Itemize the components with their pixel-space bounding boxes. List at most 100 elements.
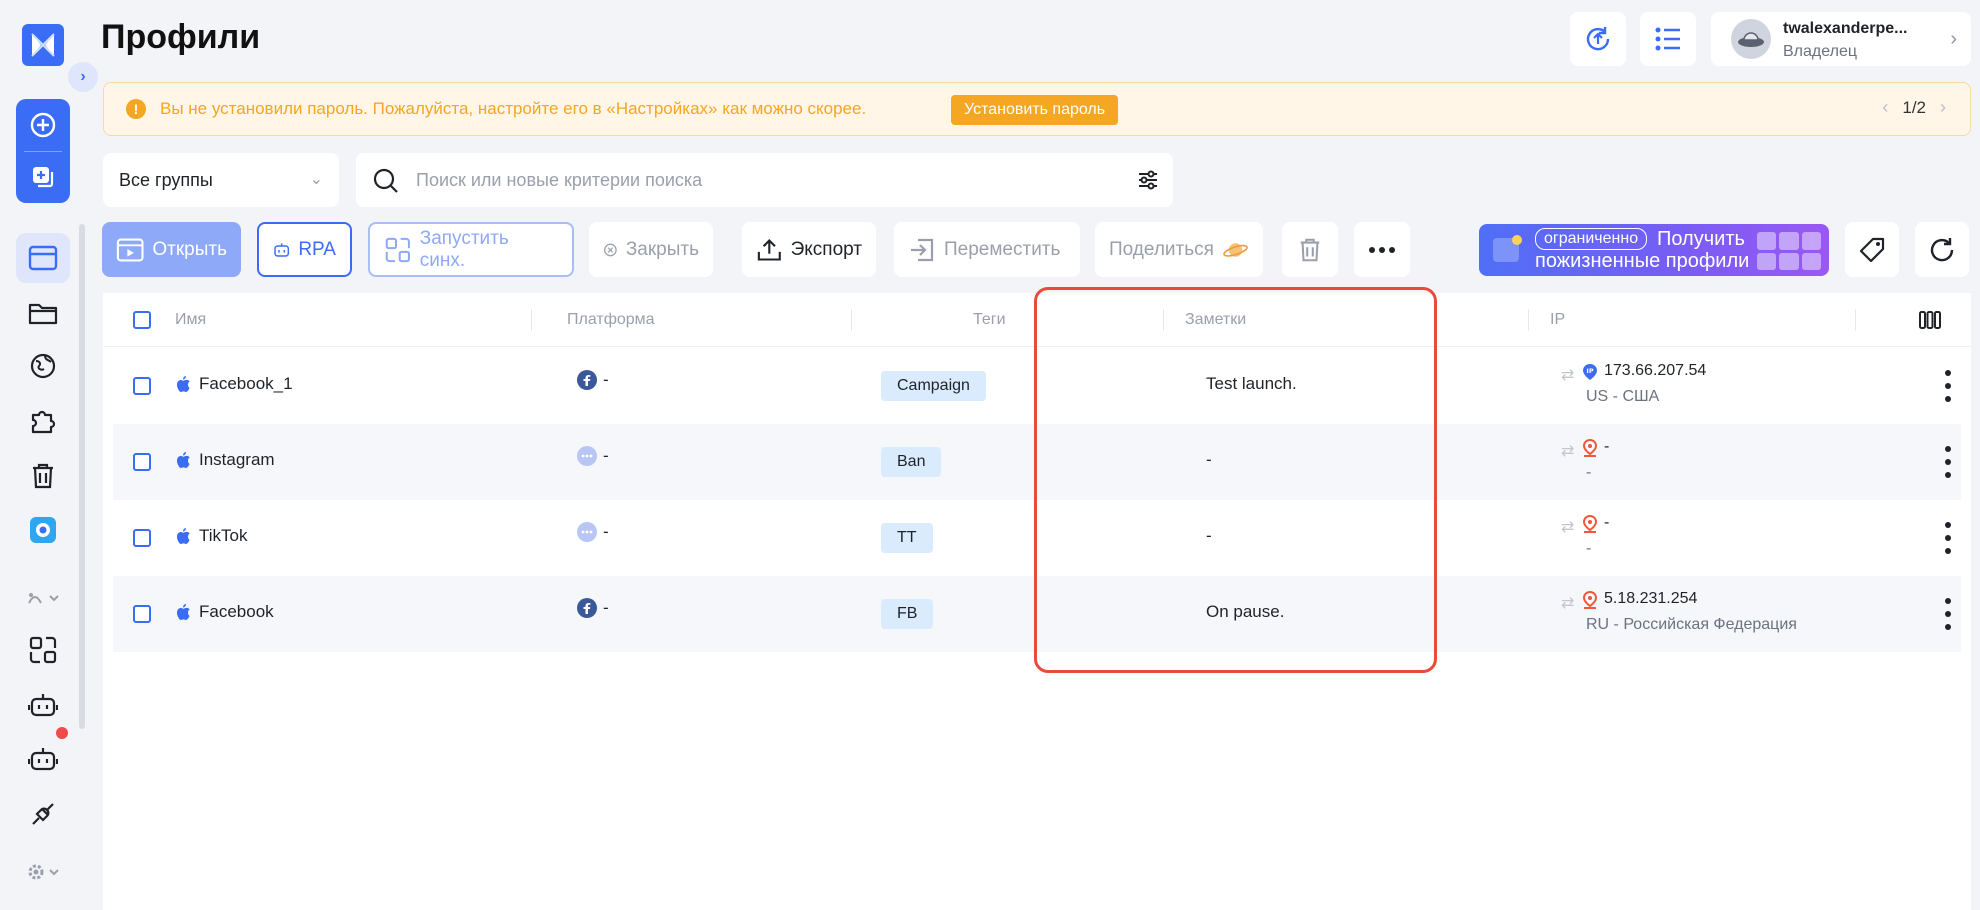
close-circle-icon bbox=[604, 243, 617, 256]
more-actions-button[interactable] bbox=[1354, 222, 1410, 277]
close-button[interactable]: Закрыть bbox=[589, 222, 713, 277]
move-label: Переместить bbox=[944, 238, 1061, 260]
expand-sidebar-button[interactable]: › bbox=[68, 62, 98, 92]
chevron-down-icon: ⌄ bbox=[309, 171, 323, 188]
row-menu-button[interactable] bbox=[1943, 522, 1953, 554]
note-text[interactable]: - bbox=[1206, 450, 1212, 470]
sidebar-item-profiles[interactable] bbox=[16, 233, 70, 283]
start-sync-button[interactable]: Запустить синх. bbox=[368, 222, 574, 277]
table-row[interactable]: Instagram - Ban - ⇄ - - bbox=[113, 424, 1961, 500]
location-pin-icon bbox=[1582, 439, 1598, 457]
sync-windows-icon bbox=[29, 636, 57, 664]
header-name[interactable]: Имя bbox=[175, 311, 206, 329]
browser-window-icon bbox=[28, 245, 58, 271]
sidebar-section-settings[interactable] bbox=[16, 852, 70, 892]
open-button[interactable]: Открыть bbox=[102, 222, 241, 277]
chevron-right-icon: › bbox=[1950, 28, 1957, 50]
tag-pill[interactable]: TT bbox=[881, 523, 933, 553]
apple-icon bbox=[177, 528, 190, 544]
rpa-button[interactable]: RPA bbox=[257, 222, 352, 277]
refresh-button[interactable] bbox=[1915, 222, 1969, 277]
select-all-checkbox[interactable] bbox=[133, 311, 151, 329]
chevron-right-icon[interactable]: › bbox=[1940, 97, 1946, 118]
group-select[interactable]: Все группы ⌄ bbox=[103, 153, 339, 207]
sidebar-item-groups[interactable] bbox=[16, 288, 70, 338]
lifetime-profiles-promo[interactable]: ограниченно Получить пожизненные профили bbox=[1479, 224, 1829, 276]
share-button[interactable]: Поделиться bbox=[1095, 222, 1263, 277]
row-menu-button[interactable] bbox=[1943, 446, 1953, 478]
table-row[interactable]: Facebook - FB On pause. ⇄ 5.18.231.254 R… bbox=[113, 576, 1961, 652]
tag-pill[interactable]: FB bbox=[881, 599, 934, 629]
sidebar-section-automation[interactable] bbox=[16, 578, 70, 618]
location-pin-icon bbox=[1582, 515, 1598, 533]
note-text[interactable]: Test launch. bbox=[1206, 374, 1297, 394]
tag-pill[interactable]: Campaign bbox=[881, 371, 986, 401]
row-checkbox[interactable] bbox=[133, 529, 151, 547]
table-row[interactable]: Facebook_1 - Campaign Test launch. ⇄ IP … bbox=[113, 348, 1961, 424]
batch-create-button[interactable] bbox=[16, 151, 70, 203]
plug-icon bbox=[32, 803, 54, 825]
task-list-button[interactable] bbox=[1640, 12, 1696, 66]
sidebar-item-proxies[interactable] bbox=[16, 341, 70, 391]
sync-status-button[interactable] bbox=[1570, 12, 1626, 66]
ip-location: RU - Российская Федерация bbox=[1586, 616, 1797, 633]
profile-name[interactable]: Facebook_1 bbox=[175, 374, 293, 394]
user-menu[interactable]: twalexanderpe... Владелец › bbox=[1711, 12, 1971, 66]
search-box bbox=[356, 153, 1173, 207]
header-ip[interactable]: IP bbox=[1550, 311, 1565, 329]
plus-circle-icon bbox=[30, 112, 56, 138]
header-tags[interactable]: Теги bbox=[973, 311, 1006, 329]
promo-line2: пожизненные профили bbox=[1535, 250, 1750, 272]
ip-address: 5.18.231.254 bbox=[1604, 590, 1698, 607]
columns-settings-icon[interactable] bbox=[1919, 310, 1941, 330]
sync-windows-icon bbox=[385, 237, 410, 262]
delete-button[interactable] bbox=[1282, 222, 1338, 277]
banner-page: 1/2 bbox=[1902, 97, 1926, 117]
sidebar-item-rpa-tasks[interactable] bbox=[16, 734, 70, 784]
chevron-left-icon[interactable]: ‹ bbox=[1882, 97, 1888, 118]
platform-value: - bbox=[603, 598, 609, 617]
export-button[interactable]: Экспорт bbox=[742, 222, 876, 277]
warning-icon: ! bbox=[126, 99, 146, 119]
notification-dot bbox=[56, 727, 68, 739]
filter-settings-icon[interactable] bbox=[1137, 169, 1159, 191]
table-row[interactable]: TikTok - TT - ⇄ - - bbox=[113, 500, 1961, 576]
banner-pager: ‹ 1/2 › bbox=[1882, 97, 1946, 118]
sidebar-item-sync[interactable] bbox=[16, 625, 70, 675]
sidebar-item-app[interactable] bbox=[16, 505, 70, 555]
move-button[interactable]: Переместить bbox=[894, 222, 1080, 277]
note-text[interactable]: On pause. bbox=[1206, 602, 1284, 622]
tag-pill[interactable]: Ban bbox=[881, 447, 942, 477]
share-label: Поделиться bbox=[1109, 238, 1214, 260]
sidebar-item-rpa[interactable] bbox=[16, 680, 70, 730]
open-label: Открыть bbox=[152, 238, 227, 260]
sidebar-item-trash[interactable] bbox=[16, 451, 70, 501]
search-input[interactable] bbox=[416, 165, 1096, 195]
set-password-button[interactable]: Установить пароль bbox=[951, 95, 1119, 125]
profile-name-label: Facebook bbox=[199, 602, 274, 621]
tag-button[interactable] bbox=[1845, 222, 1899, 277]
header-notes[interactable]: Заметки bbox=[1185, 311, 1246, 329]
tag-icon bbox=[1859, 237, 1885, 262]
row-checkbox[interactable] bbox=[133, 453, 151, 471]
sidebar-item-extensions[interactable] bbox=[16, 396, 70, 446]
profile-name[interactable]: Facebook bbox=[175, 602, 274, 622]
apple-icon bbox=[177, 604, 190, 620]
banner-text: Вы не установили пароль. Пожалуйста, нас… bbox=[160, 99, 867, 118]
row-checkbox[interactable] bbox=[133, 605, 151, 623]
profile-name-label: Instagram bbox=[199, 450, 275, 469]
note-text[interactable]: - bbox=[1206, 526, 1212, 546]
header-platform[interactable]: Платформа bbox=[567, 311, 655, 329]
globe-icon bbox=[30, 353, 56, 379]
row-menu-button[interactable] bbox=[1943, 598, 1953, 630]
sidebar-scrollbar[interactable] bbox=[79, 224, 85, 729]
new-profile-button[interactable] bbox=[16, 99, 70, 151]
export-label: Экспорт bbox=[790, 238, 862, 260]
row-menu-button[interactable] bbox=[1943, 370, 1953, 402]
row-checkbox[interactable] bbox=[133, 377, 151, 395]
profile-name[interactable]: Instagram bbox=[175, 450, 275, 470]
app-logo[interactable] bbox=[22, 24, 64, 66]
copy-plus-icon bbox=[33, 167, 54, 188]
sidebar-item-api[interactable] bbox=[16, 789, 70, 839]
profile-name[interactable]: TikTok bbox=[175, 526, 248, 546]
